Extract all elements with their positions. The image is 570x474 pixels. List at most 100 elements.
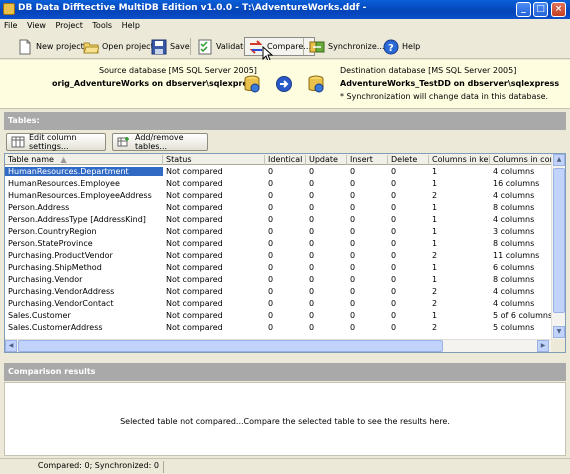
cell-table-name: Purchasing.ProductVendor	[8, 251, 113, 260]
validate-button[interactable]: Validate	[194, 37, 251, 56]
cell-table-name: Person.CountryRegion	[8, 227, 97, 236]
tables-grid[interactable]: Table name ▲ Status Identical Update Ins…	[4, 153, 566, 353]
cell-identical: 0	[268, 299, 274, 308]
add-remove-tables-button[interactable]: Add/remove tables...	[112, 133, 208, 151]
table-row[interactable]: Person.Address Not compared 0 0 0 0 1 8 columns	[5, 202, 552, 214]
table-row[interactable]: Sales.Customer Not compared 0 0 0 0 1 5 of 6 co…	[5, 310, 552, 322]
cell-status: Not compared	[166, 191, 223, 200]
title-bar[interactable]: DB Data Difftective MultiDB Edition v1.0…	[0, 0, 570, 19]
table-row[interactable]: Purchasing.ProductVendor Not compared 0 0 0 0…	[5, 250, 552, 262]
synchronize-icon	[309, 39, 325, 55]
maximize-button[interactable]: □	[533, 2, 548, 17]
horizontal-scroll-thumb[interactable]	[18, 340, 443, 352]
cell-update: 0	[309, 239, 315, 248]
cell-table-name: HumanResources.Employee	[8, 179, 120, 188]
cell-columns-in-compare: 3 columns	[493, 227, 535, 236]
edit-column-settings-button[interactable]: Edit column settings...	[6, 133, 106, 151]
horizontal-scrollbar[interactable]: ◀ ▶	[5, 339, 551, 352]
table-row[interactable]: Purchasing.Vendor Not compared 0 0 0 0 1 8 colu…	[5, 274, 552, 286]
table-row[interactable]: HumanResources.Employee Not compared 0 0 0 0 1…	[5, 178, 552, 190]
menu-project[interactable]: Project	[51, 19, 85, 30]
cell-status: Not compared	[166, 251, 223, 260]
cell-status: Not compared	[166, 323, 223, 332]
cell-columns-in-compare: 11 columns	[493, 251, 540, 260]
table-row[interactable]: Person.StateProvince Not compared 0 0 0 0 1 8 c…	[5, 238, 552, 250]
compare-button[interactable]: Compare...	[244, 37, 315, 56]
direction-arrow-icon	[276, 76, 292, 92]
header-columns-in-key[interactable]: Columns in key	[429, 155, 490, 165]
header-insert[interactable]: Insert	[347, 155, 388, 165]
minimize-button[interactable]: _	[516, 2, 531, 17]
cell-table-name: Sales.CustomerAddress	[8, 323, 103, 332]
cell-identical: 0	[268, 167, 274, 176]
cell-columns-in-key: 1	[432, 311, 438, 320]
menu-bar: File View Project Tools Help	[0, 19, 570, 33]
cell-update: 0	[309, 167, 315, 176]
table-row[interactable]: Sales.CustomerAddress Not compared 0 0 0 0 2 5 …	[5, 322, 552, 334]
header-delete[interactable]: Delete	[388, 155, 429, 165]
table-row[interactable]: HumanResources.EmployeeAddress Not compar…	[5, 190, 552, 202]
table-row[interactable]: Person.AddressType [AddressKind] Not comp…	[5, 214, 552, 226]
table-row[interactable]: Person.CountryRegion Not compared 0 0 0 0 1 3 c…	[5, 226, 552, 238]
results-panel: Selected table not compared...Compare th…	[4, 382, 566, 456]
new-project-button[interactable]: New project	[14, 37, 87, 56]
sort-ascending-icon: ▲	[60, 155, 67, 164]
close-button[interactable]: ×	[551, 2, 566, 17]
scroll-up-icon[interactable]: ▲	[553, 154, 565, 166]
cell-columns-in-compare: 4 columns	[493, 167, 535, 176]
open-folder-icon	[83, 39, 100, 55]
cell-columns-in-key: 1	[432, 239, 438, 248]
cell-delete: 0	[391, 287, 397, 296]
cell-insert: 0	[350, 299, 356, 308]
cell-delete: 0	[391, 203, 397, 212]
results-message: Selected table not compared...Compare th…	[120, 417, 450, 426]
save-button[interactable]: Save	[148, 37, 193, 56]
add-remove-tables-icon	[117, 136, 131, 148]
help-button[interactable]: ? Help	[380, 37, 423, 56]
cell-status: Not compared	[166, 275, 223, 284]
cell-table-name: Purchasing.VendorContact	[8, 299, 114, 308]
cell-update: 0	[309, 311, 315, 320]
table-row[interactable]: Purchasing.VendorAddress Not compared 0 0 0 0…	[5, 286, 552, 298]
menu-file[interactable]: File	[0, 19, 20, 30]
synchronize-button[interactable]: Synchronize...	[306, 37, 387, 56]
cell-columns-in-compare: 8 columns	[493, 275, 535, 284]
menu-help[interactable]: Help	[118, 19, 143, 30]
cell-columns-in-compare: 16 columns	[493, 179, 540, 188]
cell-table-name: Person.Address	[8, 203, 70, 212]
cell-insert: 0	[350, 251, 356, 260]
cell-update: 0	[309, 287, 315, 296]
scroll-left-icon[interactable]: ◀	[5, 340, 17, 352]
header-status[interactable]: Status	[163, 155, 265, 165]
cell-status: Not compared	[166, 203, 223, 212]
cell-update: 0	[309, 275, 315, 284]
cell-status: Not compared	[166, 179, 223, 188]
table-row[interactable]: Purchasing.ShipMethod Not compared 0 0 0 0 1 6 …	[5, 262, 552, 274]
table-row[interactable]: Purchasing.VendorContact Not compared 0 0 0 0…	[5, 298, 552, 310]
source-db-type: Source database [MS SQL Server 2005]	[99, 66, 257, 75]
scroll-right-icon[interactable]: ▶	[537, 340, 549, 352]
cell-delete: 0	[391, 179, 397, 188]
source-database-icon[interactable]	[243, 75, 261, 93]
open-project-button[interactable]: Open project	[80, 37, 157, 56]
cell-table-name: Purchasing.ShipMethod	[8, 263, 102, 272]
vertical-scroll-thumb[interactable]	[553, 168, 565, 313]
header-table-name[interactable]: Table name ▲	[5, 155, 163, 165]
menu-view[interactable]: View	[23, 19, 49, 30]
table-row[interactable]: HumanResources.Department Not compared 0 0 0…	[5, 166, 552, 178]
cell-update: 0	[309, 323, 315, 332]
header-update[interactable]: Update	[306, 155, 347, 165]
grid-header: Table name ▲ Status Identical Update Ins…	[5, 154, 565, 165]
scroll-down-icon[interactable]: ▼	[553, 326, 565, 338]
menu-tools[interactable]: Tools	[88, 19, 115, 30]
cell-columns-in-key: 1	[432, 203, 438, 212]
destination-database-icon[interactable]	[307, 75, 325, 93]
cell-columns-in-key: 2	[432, 251, 438, 260]
cell-status: Not compared	[166, 215, 223, 224]
cell-columns-in-key: 1	[432, 179, 438, 188]
cell-status: Not compared	[166, 239, 223, 248]
vertical-scrollbar[interactable]: ▲ ▼	[551, 154, 565, 340]
header-columns-in-compare[interactable]: Columns in com...	[490, 155, 553, 165]
header-identical[interactable]: Identical	[265, 155, 306, 165]
destination-db-name: AdventureWorks_TestDD on dbserver\sqlexp…	[340, 79, 560, 88]
